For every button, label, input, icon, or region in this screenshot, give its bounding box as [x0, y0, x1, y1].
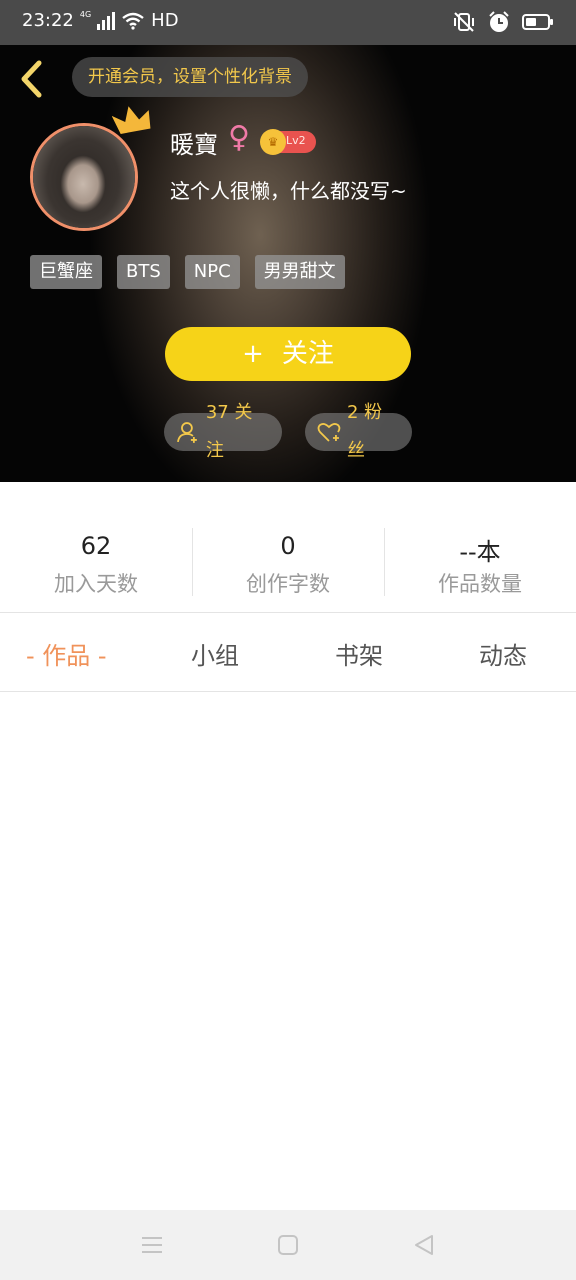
hd-indicator: HD — [151, 10, 179, 31]
user-add-icon — [177, 422, 197, 443]
follow-label: 关注 — [281, 339, 334, 369]
profile-tabs: - 作品 - 小组 书架 动态 — [0, 614, 576, 692]
alarm-icon — [489, 11, 509, 32]
tag-item[interactable]: 巨蟹座 — [30, 255, 102, 289]
back-icon[interactable] — [411, 1232, 437, 1258]
signal-icon — [97, 11, 116, 30]
tab-groups[interactable]: 小组 — [191, 636, 239, 671]
stat-label: 创作字数 — [246, 572, 330, 596]
fans-count-button[interactable]: 2 粉丝 — [305, 402, 412, 461]
stat-value: --本 — [459, 538, 501, 566]
stat-value: 0 — [280, 532, 296, 560]
stat-label: 加入天数 — [54, 572, 138, 596]
stat-works-count: --本 作品数量 — [384, 482, 576, 612]
back-button[interactable] — [14, 59, 48, 99]
bio-text: 这个人很懒，什么都没写~ — [170, 179, 407, 203]
battery-icon — [522, 14, 553, 30]
vip-background-prompt[interactable]: 开通会员，设置个性化背景 — [72, 57, 308, 97]
following-count: 37 关注 — [205, 402, 253, 461]
stat-word-count: 0 创作字数 — [192, 482, 384, 612]
level-text: Lv2 — [286, 134, 306, 147]
tag-item[interactable]: 男男甜文 — [254, 255, 345, 289]
tag-list: 巨蟹座 BTS NPC 男男甜文 — [30, 255, 345, 289]
tab-content — [0, 692, 576, 1210]
status-time: 23:22 — [22, 10, 74, 31]
system-nav-bar — [0, 1210, 576, 1280]
chevron-left-icon — [21, 60, 42, 98]
follow-button[interactable]: + 关注 — [165, 327, 411, 381]
status-right — [452, 11, 554, 33]
plus-icon: + — [242, 339, 264, 369]
status-left: 23:22 4G HD — [22, 10, 179, 31]
fans-count: 2 粉丝 — [346, 402, 383, 461]
crown-icon — [112, 106, 151, 134]
tab-activity[interactable]: 动态 — [479, 636, 527, 671]
gender-female-icon: ♀ — [228, 120, 250, 155]
following-count-button[interactable]: 37 关注 — [164, 402, 282, 461]
level-badge[interactable]: ♛ Lv2 — [260, 129, 316, 155]
network-type: 4G — [79, 10, 92, 19]
menu-icon[interactable] — [139, 1232, 165, 1258]
nickname: 暖寶 — [170, 131, 218, 159]
tab-bookshelf[interactable]: 书架 — [335, 636, 383, 671]
home-icon[interactable] — [275, 1232, 301, 1258]
tag-item[interactable]: BTS — [117, 255, 170, 289]
stat-label: 作品数量 — [438, 572, 522, 596]
mute-vibrate-icon — [454, 12, 474, 32]
wifi-icon — [122, 12, 144, 30]
tab-works[interactable]: - 作品 - — [26, 636, 107, 671]
tag-item[interactable]: NPC — [184, 255, 240, 289]
stat-value: 62 — [80, 532, 112, 560]
level-crown-icon: ♛ — [260, 129, 286, 155]
profile-header: 开通会员，设置个性化背景 暖寶 ♀ ♛ Lv2 这个人很懒，什么都没写~ 巨蟹座… — [0, 45, 576, 482]
profile-stats: 62 加入天数 0 创作字数 --本 作品数量 — [0, 482, 576, 613]
status-bar: 23:22 4G HD — [0, 0, 576, 45]
stat-join-days: 62 加入天数 — [0, 482, 192, 612]
heart-add-icon — [317, 423, 341, 442]
